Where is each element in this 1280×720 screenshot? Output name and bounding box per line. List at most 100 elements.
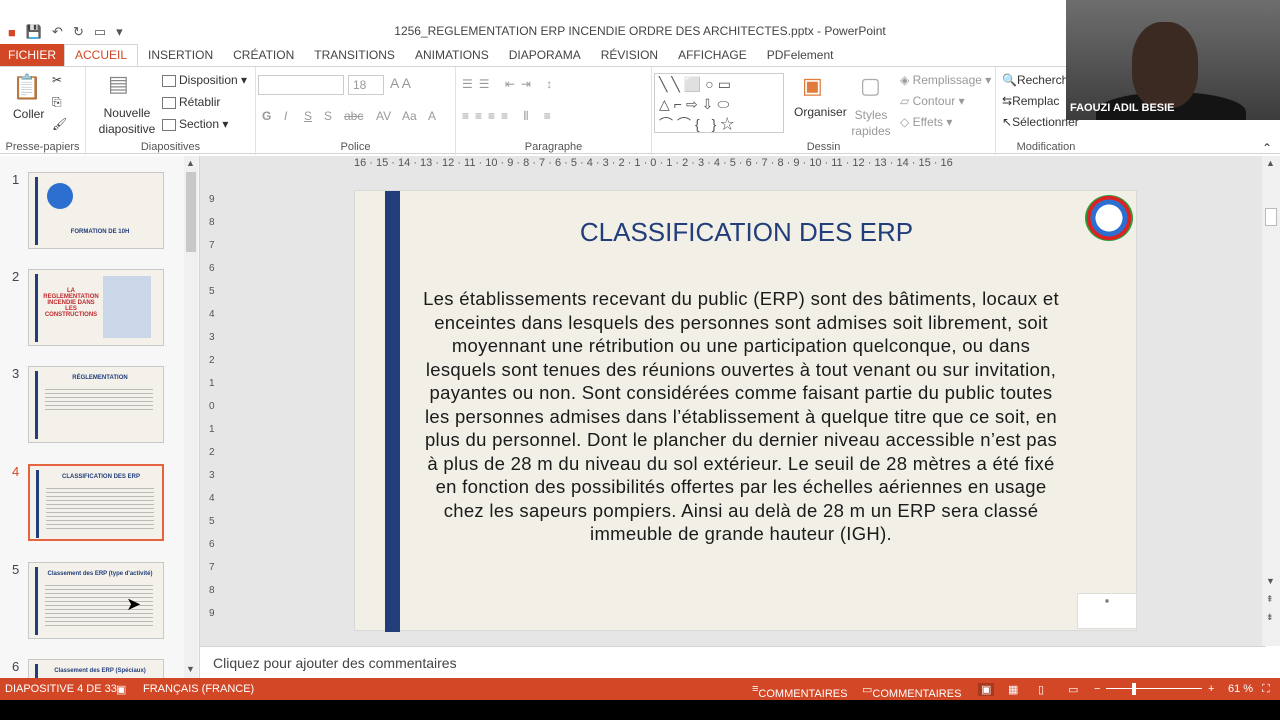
notes-toggle[interactable]: ≡ COMMENTAIRES (752, 683, 847, 700)
thumbnail-row-selected[interactable]: 4 CLASSIFICATION DES ERP (0, 464, 185, 546)
slide-thumbnail[interactable]: LA REGLEMENTATION INCENDIE DANS LES CONS… (28, 269, 164, 346)
thumb-title: LA REGLEMENTATION INCENDIE DANS LES CONS… (43, 288, 99, 318)
arrange-button[interactable]: Organiser (794, 105, 847, 119)
zoom-out-icon[interactable]: − (1094, 683, 1100, 695)
thumb-title: FORMATION DE 10H (70, 229, 130, 235)
format-painter-icon[interactable]: 🖌 (52, 117, 67, 131)
tab-revision[interactable]: RÉVISION (591, 44, 668, 66)
shapes-gallery[interactable]: ╲╲⬜○▭ △⌐⇨⇩⬭ ⌒⌒{ }☆ (654, 73, 784, 133)
slide-scrollbar[interactable]: ▲ ▼ ⇞ ⇟ (1262, 156, 1280, 646)
spell-check-icon[interactable]: ▣ (116, 683, 126, 696)
notes-pane[interactable]: Cliquez pour ajouter des commentaires (200, 646, 1266, 678)
tab-diaporama[interactable]: DIAPORAMA (499, 44, 591, 66)
font-color-icon[interactable]: A (428, 109, 436, 123)
char-spacing-icon[interactable]: AV (376, 109, 391, 123)
slide-body-text[interactable]: Les établissements recevant du public (E… (417, 287, 1065, 546)
layout-button[interactable]: Disposition ▾ (162, 73, 247, 87)
tab-pdfelement[interactable]: PDFelement (757, 44, 844, 66)
reset-button[interactable]: Rétablir (162, 95, 220, 109)
section-label: Section (179, 117, 220, 131)
slide-thumbnail[interactable]: Classement des ERP (Spéciaux) (28, 659, 164, 678)
ruler-mark: 3 (209, 332, 215, 343)
group-label-editing: Modification (1016, 141, 1076, 153)
normal-view-icon[interactable]: ▣ (978, 683, 995, 696)
slide-thumbnail-selected[interactable]: CLASSIFICATION DES ERP (28, 464, 164, 541)
language-indicator[interactable]: FRANÇAIS (FRANCE) (143, 683, 254, 695)
zoom-slider-handle[interactable] (1132, 683, 1136, 695)
thumbnails-scrollbar[interactable]: ▲ ▼ (184, 156, 198, 678)
thumbnail-number: 3 (12, 366, 20, 381)
shape-outline-button[interactable]: ▱ Contour ▾ (900, 94, 965, 108)
align-buttons-icon[interactable]: ≡≡≡≡ ⫴ ≡ (462, 109, 557, 124)
thumbnail-row[interactable]: 6 Classement des ERP (Spéciaux) (0, 659, 185, 678)
thumbnail-row[interactable]: 1 FORMATION DE 10H (0, 172, 185, 254)
shape-fill-button[interactable]: ◈ Remplissage ▾ (900, 73, 991, 87)
effects-icon: ◇ (900, 115, 913, 129)
thumbnail-row[interactable]: 2 LA REGLEMENTATION INCENDIE DANS LES CO… (0, 269, 185, 351)
slide-title[interactable]: CLASSIFICATION DES ERP (355, 217, 1138, 248)
tab-creation[interactable]: CRÉATION (223, 44, 304, 66)
font-name-box[interactable] (258, 75, 344, 95)
new-slide-icon[interactable]: ▤ (108, 71, 129, 97)
current-slide[interactable]: CLASSIFICATION DES ERP Les établissement… (354, 190, 1138, 632)
next-slide-icon[interactable]: ⇟ (1266, 612, 1274, 623)
list-buttons-icon[interactable]: ☰☰ ⇤⇥ ↕ (462, 77, 558, 91)
change-case-icon[interactable]: Aa (402, 109, 417, 123)
collapse-ribbon-icon[interactable]: ⌃ (1262, 141, 1272, 155)
besie-logo (1085, 195, 1133, 241)
slide-sorter-icon[interactable]: ▦ (1008, 683, 1018, 696)
thumbnail-number: 1 (12, 172, 20, 187)
powerpoint-window: ■ 💾 ↶ ↻ ▭ ▾ 1256_REGLEMENTATION ERP INCE… (0, 0, 1280, 720)
slide-thumbnail[interactable]: Classement des ERP (type d'activité) (28, 562, 164, 639)
scrollbar-thumb[interactable] (1265, 208, 1277, 226)
paste-button[interactable]: Coller (13, 107, 44, 121)
slide-thumbnail[interactable]: RÉGLEMENTATION (28, 366, 164, 443)
scroll-down-icon[interactable]: ▼ (1266, 576, 1275, 586)
scrollbar-thumb[interactable] (186, 172, 196, 252)
grow-font-icon[interactable]: A A (390, 75, 411, 91)
find-button[interactable]: 🔍Recherch (1002, 73, 1068, 87)
comments-toggle[interactable]: ▭ COMMENTAIRES (862, 683, 961, 700)
quick-styles-button[interactable]: Styles rapides (848, 107, 894, 139)
thumb-title: RÉGLEMENTATION (72, 375, 128, 381)
shadow-button[interactable]: S (324, 109, 332, 123)
thumbnail-row[interactable]: 3 RÉGLEMENTATION (0, 366, 185, 448)
tab-fichier[interactable]: FICHIER (0, 44, 64, 66)
notes-placeholder[interactable]: Cliquez pour ajouter des commentaires (213, 655, 457, 671)
bold-button[interactable]: G (262, 109, 271, 123)
tab-animations[interactable]: ANIMATIONS (405, 44, 499, 66)
slide-thumbnails-pane: 1 FORMATION DE 10H 2 LA REGLEMENTATION I… (0, 156, 200, 678)
thumb-bar (35, 274, 38, 342)
copy-icon[interactable]: ⎘ (52, 95, 62, 110)
arrange-icon[interactable]: ▣ (802, 73, 823, 99)
thumbnail-row[interactable]: 5 Classement des ERP (type d'activité) ➤ (0, 562, 185, 644)
tab-transitions[interactable]: TRANSITIONS (304, 44, 405, 66)
underline-button[interactable]: S (304, 109, 312, 123)
zoom-slider[interactable] (1106, 688, 1202, 689)
quick-styles-icon[interactable]: ▢ (860, 73, 881, 99)
shape-effects-button[interactable]: ◇ Effets ▾ (900, 115, 952, 129)
paste-icon[interactable]: 📋 (12, 73, 42, 102)
zoom-level[interactable]: 61 % (1228, 683, 1253, 695)
font-size-box[interactable]: 18 (348, 75, 384, 95)
group-label-clipboard: Presse-papiers (5, 141, 80, 153)
horizontal-ruler: 16 · 15 · 14 · 13 · 12 · 11 · 10 · 9 · 8… (354, 157, 953, 169)
scroll-up-icon[interactable]: ▲ (186, 158, 195, 168)
cut-icon[interactable]: ✂ (52, 73, 62, 87)
strikethrough-button[interactable]: abc (344, 109, 363, 123)
previous-slide-icon[interactable]: ⇞ (1266, 594, 1274, 605)
replace-button[interactable]: ⇆Remplac (1002, 94, 1059, 108)
tab-accueil[interactable]: ACCUEIL (64, 44, 139, 66)
tab-insertion[interactable]: INSERTION (138, 44, 223, 66)
scroll-down-icon[interactable]: ▼ (186, 664, 195, 674)
section-button[interactable]: Section ▾ (162, 117, 228, 131)
italic-button[interactable]: I (284, 109, 287, 123)
new-slide-button[interactable]: Nouvelle diapositive (92, 105, 162, 137)
reading-view-icon[interactable]: ▯ (1038, 683, 1044, 696)
fit-slide-icon[interactable]: ⛶ (1262, 683, 1270, 696)
slideshow-icon[interactable]: ▭ (1068, 683, 1078, 696)
scroll-up-icon[interactable]: ▲ (1266, 158, 1275, 168)
slide-thumbnail[interactable]: FORMATION DE 10H (28, 172, 164, 249)
tab-affichage[interactable]: AFFICHAGE (668, 44, 757, 66)
zoom-in-icon[interactable]: + (1208, 683, 1214, 695)
